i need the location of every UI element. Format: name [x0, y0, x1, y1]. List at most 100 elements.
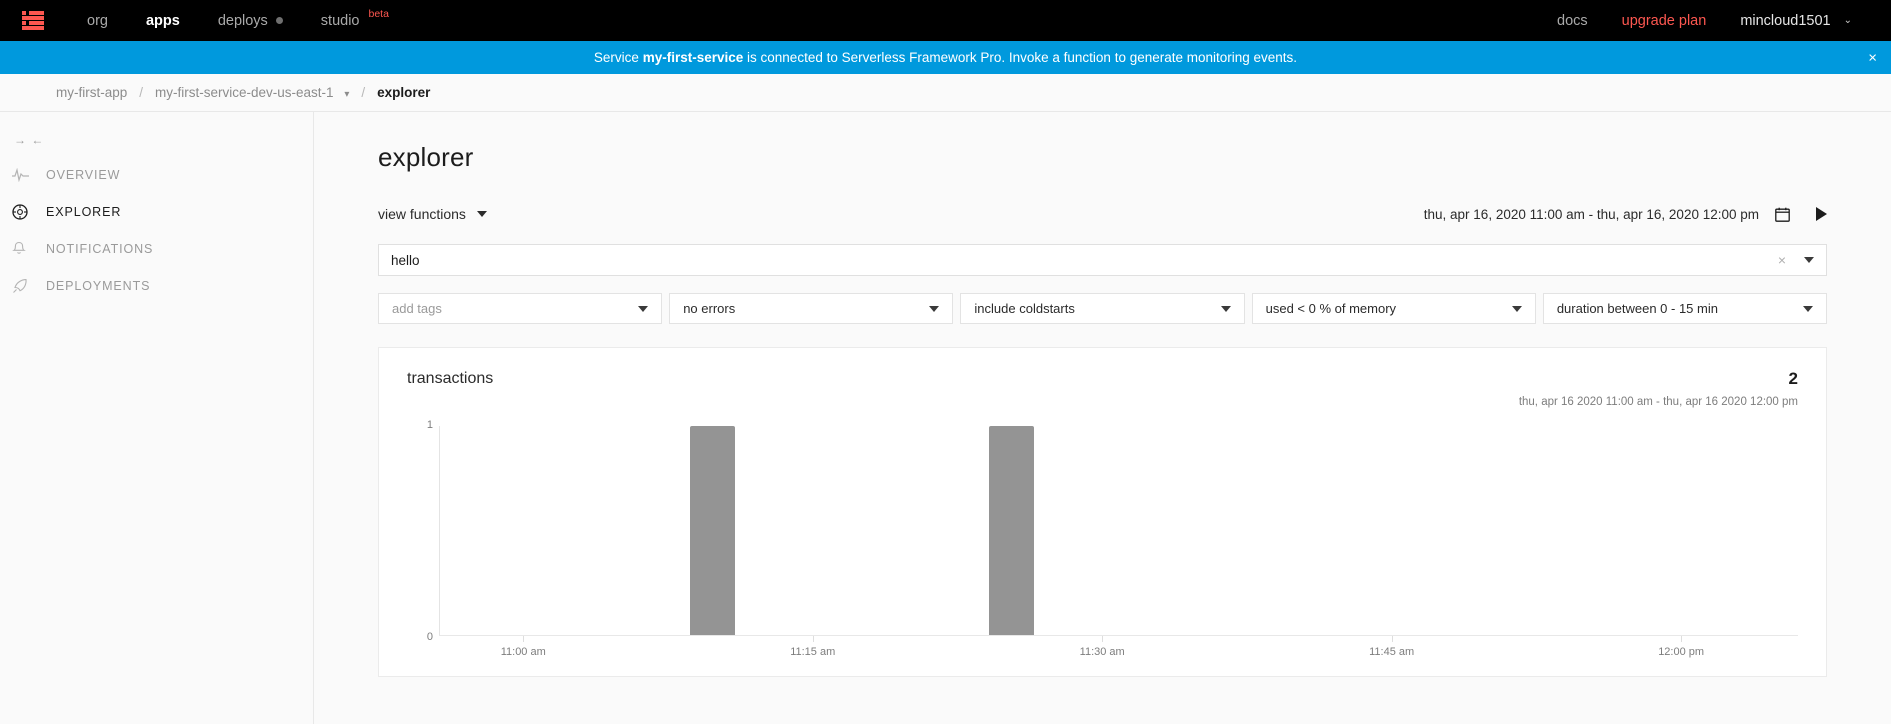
- filter-memory-label: used < 0 % of memory: [1265, 301, 1397, 316]
- breadcrumb-item-service-label: my-first-service-dev-us-east-1: [155, 85, 334, 100]
- sidebar-item-notifications[interactable]: NOTIFICATIONS: [0, 230, 313, 267]
- nav-item-upgrade-plan-label: upgrade plan: [1621, 12, 1707, 29]
- view-functions-label: view functions: [378, 206, 466, 222]
- sidebar-item-deployments-label: DEPLOYMENTS: [46, 278, 151, 293]
- sidebar-item-explorer-label: EXPLORER: [46, 204, 122, 219]
- x-axis-tick-mark: [812, 635, 814, 642]
- chevron-down-icon: [638, 305, 649, 312]
- sidebar-collapse-toggle[interactable]: → ←: [0, 124, 313, 156]
- compass-icon: [12, 202, 40, 222]
- nav-item-studio-label: studio: [320, 12, 360, 29]
- breadcrumb: my-first-app / my-first-service-dev-us-e…: [0, 74, 1891, 112]
- main-content: explorer view functions thu, apr 16, 202…: [314, 112, 1891, 724]
- close-icon[interactable]: ×: [1868, 50, 1877, 65]
- x-axis-tick-mark: [1102, 635, 1104, 642]
- nav-item-org[interactable]: org: [68, 13, 127, 29]
- sidebar-item-deployments[interactable]: DEPLOYMENTS: [0, 267, 313, 304]
- sidebar-item-overview-label: OVERVIEW: [46, 167, 121, 182]
- chevron-down-icon: [476, 211, 487, 217]
- filter-memory[interactable]: used < 0 % of memory: [1251, 293, 1536, 324]
- x-axis-tick-label: 11:00 am: [500, 645, 546, 658]
- chart-bar[interactable]: [989, 425, 1035, 635]
- bell-icon: [12, 239, 40, 259]
- sidebar-item-explorer[interactable]: EXPLORER: [0, 193, 313, 230]
- card-header-right: 2 thu, apr 16 2020 11:00 am - thu, apr 1…: [1518, 369, 1798, 408]
- breadcrumb-item-service[interactable]: my-first-service-dev-us-east-1 ▾: [155, 85, 349, 100]
- nav-item-apps-label: apps: [145, 12, 180, 29]
- chart-bar[interactable]: [690, 425, 736, 635]
- card-title: transactions: [407, 370, 494, 387]
- filter-duration-label: duration between 0 - 15 min: [1556, 301, 1718, 316]
- x-axis-tick-label: 12:00 pm: [1658, 645, 1705, 658]
- service-connected-banner: Service my-first-service is connected to…: [0, 41, 1891, 74]
- pulse-icon: [12, 165, 40, 185]
- x-axis-tick-mark: [1681, 635, 1683, 642]
- controls-row: view functions thu, apr 16, 2020 11:00 a…: [378, 203, 1827, 225]
- date-range-label: thu, apr 16, 2020 11:00 am - thu, apr 16…: [1423, 206, 1759, 222]
- nav-item-studio[interactable]: studio beta: [302, 8, 407, 29]
- banner-prefix: Service: [593, 50, 639, 65]
- filter-tags[interactable]: add tags: [378, 293, 663, 324]
- breadcrumb-separator: /: [361, 85, 366, 100]
- chevron-down-icon: ⌄: [1843, 15, 1852, 26]
- play-icon[interactable]: [1816, 207, 1827, 221]
- nav-primary-links: org apps deploys studio beta: [68, 8, 407, 29]
- transactions-bar-chart: 1 0 11:00 am 11:15 am 11:30 am 11:45 am 12:0…: [407, 419, 1798, 658]
- banner-service-name: my-first-service: [642, 50, 744, 65]
- sidebar: → ← OVERVIEW EXPLORER NOTIFICATIONS DEPL…: [0, 112, 314, 724]
- filter-errors[interactable]: no errors: [669, 293, 954, 324]
- card-metric-value: 2: [1788, 369, 1798, 388]
- nav-item-apps[interactable]: apps: [127, 13, 199, 29]
- chevron-down-icon: [929, 305, 940, 312]
- filter-coldstarts-label: include coldstarts: [974, 301, 1075, 316]
- search-input[interactable]: hello ×: [378, 244, 1827, 276]
- nav-item-docs-label: docs: [1557, 12, 1588, 29]
- app-shell: → ← OVERVIEW EXPLORER NOTIFICATIONS DEPL…: [0, 112, 1891, 724]
- card-header: transactions 2 thu, apr 16 2020 11:00 am…: [407, 369, 1798, 408]
- y-axis-tick-min: 0: [426, 630, 433, 643]
- date-range-picker[interactable]: thu, apr 16, 2020 11:00 am - thu, apr 16…: [1424, 207, 1827, 222]
- serverless-logo-icon[interactable]: [22, 10, 44, 31]
- collapse-arrows-icon: → ←: [14, 133, 45, 147]
- nav-item-docs[interactable]: docs: [1540, 13, 1605, 29]
- rocket-icon: [12, 276, 40, 296]
- sidebar-item-overview[interactable]: OVERVIEW: [0, 156, 313, 193]
- bars-layer: [439, 425, 1798, 635]
- chevron-down-icon: [1511, 305, 1522, 312]
- x-axis-tick-mark: [1391, 635, 1393, 642]
- x-axis-tick-mark: [523, 635, 525, 642]
- calendar-icon[interactable]: [1775, 207, 1790, 222]
- filter-errors-label: no errors: [683, 301, 736, 316]
- chevron-down-icon[interactable]: ▾: [344, 89, 349, 100]
- filter-row: add tags no errors include coldstarts us…: [378, 293, 1828, 324]
- user-menu-label: mincloud1501: [1740, 12, 1831, 29]
- user-menu[interactable]: mincloud1501 ⌄: [1723, 13, 1869, 29]
- filter-duration[interactable]: duration between 0 - 15 min: [1542, 293, 1828, 324]
- x-axis-ticks: 11:00 am 11:15 am 11:30 am 11:45 am 12:00 pm: [439, 635, 1798, 664]
- clear-icon[interactable]: ×: [1778, 252, 1786, 268]
- nav-item-org-label: org: [87, 12, 108, 29]
- breadcrumb-item-app[interactable]: my-first-app: [56, 85, 127, 100]
- studio-beta-badge: beta: [368, 7, 389, 20]
- nav-item-upgrade-plan[interactable]: upgrade plan: [1605, 13, 1724, 29]
- page-title: explorer: [378, 142, 474, 172]
- filter-coldstarts[interactable]: include coldstarts: [960, 293, 1245, 324]
- transactions-card: transactions 2 thu, apr 16 2020 11:00 am…: [378, 347, 1827, 677]
- chevron-down-icon: [1220, 305, 1231, 312]
- card-metric-range: thu, apr 16 2020 11:00 am - thu, apr 16 …: [1518, 395, 1798, 408]
- nav-item-deploys-label: deploys: [217, 12, 268, 29]
- chevron-down-icon: [1803, 305, 1814, 312]
- deploys-status-dot-icon: [275, 17, 283, 24]
- search-input-value[interactable]: hello: [391, 253, 1778, 268]
- y-axis-tick-max: 1: [426, 418, 433, 431]
- banner-suffix: is connected to Serverless Framework Pro…: [747, 50, 1298, 65]
- filter-tags-label: add tags: [392, 301, 442, 316]
- chevron-down-icon[interactable]: [1804, 257, 1814, 263]
- x-axis-tick-label: 11:30 am: [1079, 645, 1125, 658]
- nav-item-deploys[interactable]: deploys: [199, 13, 302, 29]
- breadcrumb-item-current: explorer: [377, 85, 431, 100]
- view-functions-dropdown[interactable]: view functions: [378, 206, 487, 222]
- x-axis-tick-label: 11:45 am: [1369, 645, 1415, 658]
- top-navigation-bar: org apps deploys studio beta docs upgrad…: [0, 0, 1891, 41]
- nav-secondary-links: docs upgrade plan mincloud1501 ⌄: [1540, 13, 1869, 29]
